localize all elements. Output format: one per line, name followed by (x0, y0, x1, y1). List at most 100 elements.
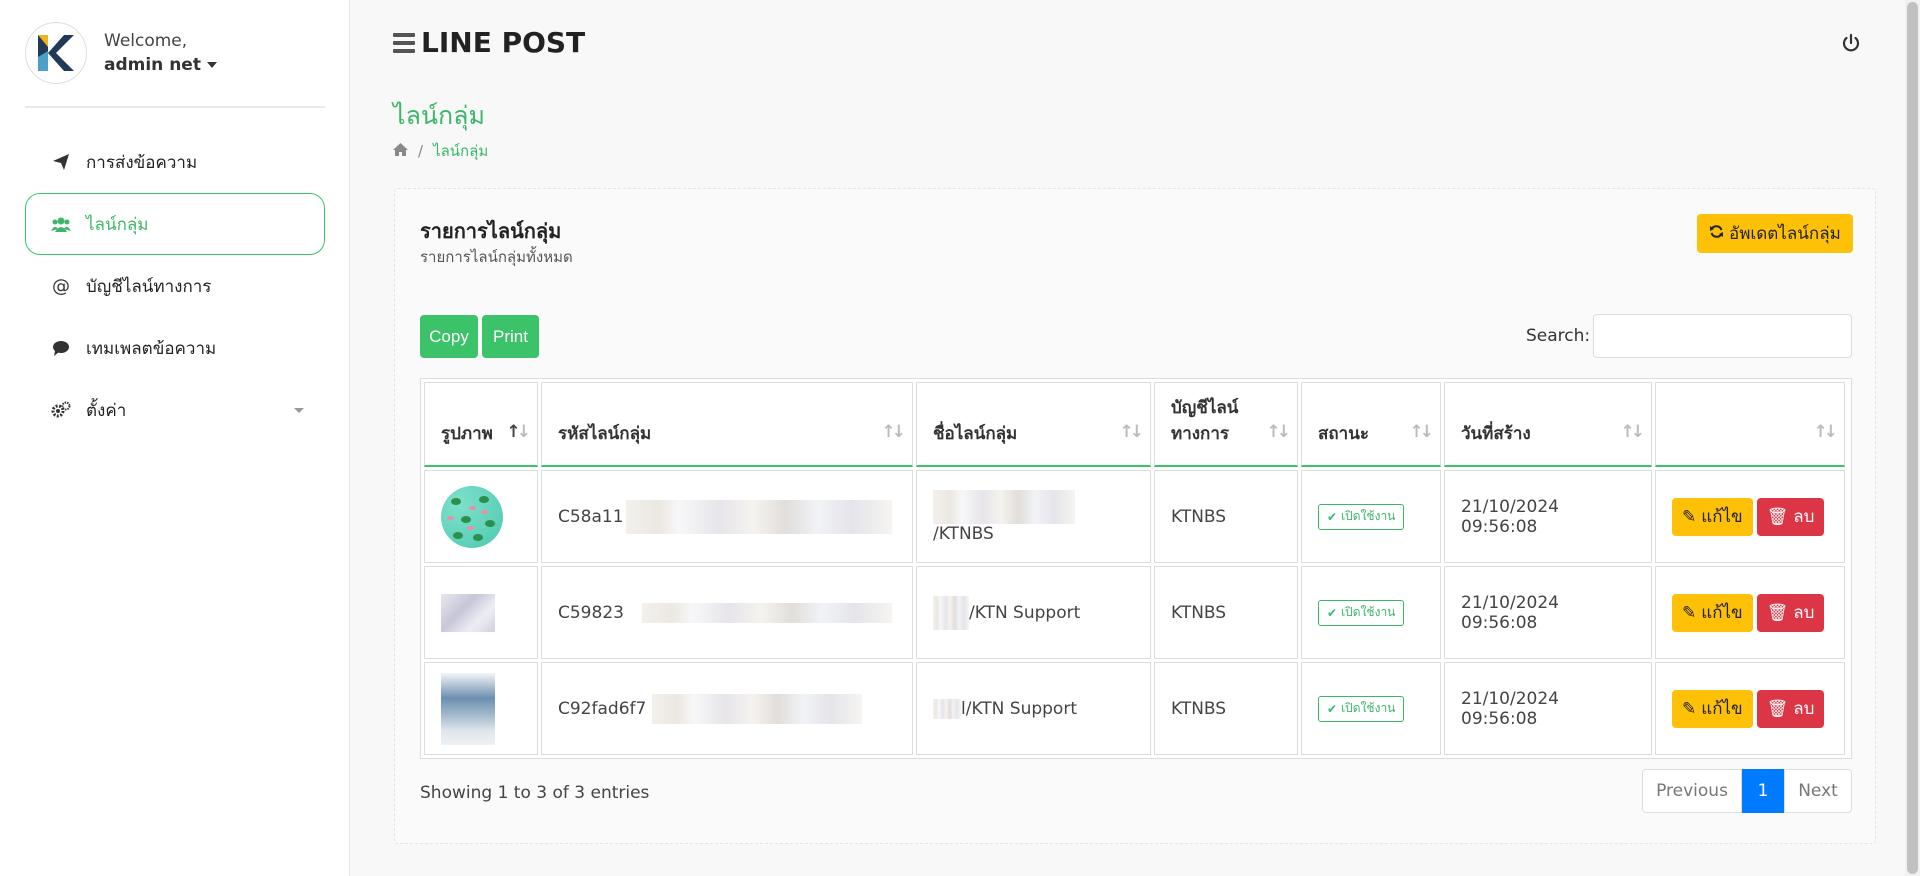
search-label: Search: (1526, 326, 1591, 346)
check-icon: ✔ (1327, 605, 1338, 620)
group-image (441, 593, 495, 632)
users-icon (50, 213, 72, 235)
sidebar-item-message-templates[interactable]: เทมเพลตข้อความ (25, 317, 325, 379)
print-button[interactable]: Print (482, 315, 539, 358)
card-subtitle: รายการไลน์กลุ่มทั้งหมด (420, 248, 573, 266)
page-title: ไลน์กลุ่ม (393, 101, 485, 130)
column-header-created-date[interactable]: วันที่สร้าง ↑↓ (1444, 382, 1652, 467)
sort-icon: ↑↓ (506, 422, 531, 442)
column-header-official-account[interactable]: บัญชีไลน์ ทางการ ↑↓ (1154, 382, 1298, 467)
sidebar-nav: การส่งข้อความ ไลน์กลุ่ม @ บัญชีไลน์ทางกา… (25, 131, 325, 441)
sidebar-divider (25, 106, 325, 108)
sidebar: Welcome, admin net การส่งข้อความ ไลน์กลุ… (0, 0, 350, 876)
official-account: KTNBS (1154, 662, 1298, 755)
actions-cell: ✎ แก้ไข 🗑 ลบ (1655, 566, 1845, 659)
group-id-cell: C92fad6f7 (541, 662, 913, 755)
edit-button[interactable]: ✎ แก้ไข (1672, 593, 1753, 632)
group-image (441, 485, 503, 548)
paper-plane-icon (50, 151, 72, 173)
update-groups-button[interactable]: อัพเดตไลน์กลุ่ม (1697, 214, 1853, 253)
group-name-cell: /KTN Support (916, 566, 1151, 659)
group-id: C58a11 (558, 506, 624, 527)
column-header-status[interactable]: สถานะ ↑↓ (1301, 382, 1441, 467)
copy-button[interactable]: Copy (420, 315, 478, 358)
column-header-group-id[interactable]: รหัสไลน์กลุ่ม ↑↓ (541, 382, 913, 467)
search-input[interactable] (1593, 314, 1852, 358)
table-row: C59823 /KTN Support KTNBS ✔ เปิดใช้งาน 21… (424, 566, 1845, 659)
actions-cell: ✎ แก้ไข 🗑 ลบ (1655, 662, 1845, 755)
group-name: /KTN Support (969, 602, 1081, 623)
column-header-group-name[interactable]: ชื่อไลน์กลุ่ม ↑↓ (916, 382, 1151, 467)
edit-button[interactable]: ✎ แก้ไข (1672, 689, 1753, 728)
actions-cell: ✎ แก้ไข 🗑 ลบ (1655, 470, 1845, 563)
sidebar-item-settings[interactable]: ตั้งค่า (25, 379, 325, 441)
redacted-pixelation (625, 499, 892, 534)
sidebar-item-label: ไลน์กลุ่ม (86, 214, 149, 235)
sort-icon: ↑↓ (1409, 422, 1434, 442)
breadcrumb-separator: / (418, 142, 424, 160)
sort-icon: ↑↓ (1266, 422, 1291, 442)
status-cell: ✔ เปิดใช้งาน (1301, 566, 1441, 659)
pencil-icon: ✎ (1682, 506, 1697, 526)
app-title-text: LINE POST (421, 26, 586, 59)
profile[interactable]: Welcome, admin net (25, 22, 217, 84)
official-account: KTNBS (1154, 470, 1298, 563)
previous-page-button[interactable]: Previous (1642, 769, 1742, 813)
user-menu-toggle[interactable]: admin net (104, 55, 217, 75)
group-id-cell: C58a11 (541, 470, 913, 563)
table-row: C92fad6f7 l/KTN Support KTNBS ✔ เปิดใช้งา… (424, 662, 1845, 755)
group-name: l/KTN Support (961, 698, 1077, 719)
sidebar-item-official-accounts[interactable]: @ บัญชีไลน์ทางการ (25, 255, 325, 317)
sidebar-item-line-groups[interactable]: ไลน์กลุ่ม (25, 193, 325, 255)
vertical-scrollbar[interactable] (1905, 0, 1920, 876)
edit-button[interactable]: ✎ แก้ไข (1672, 497, 1753, 536)
welcome-text: Welcome, (104, 31, 188, 51)
chevron-down-icon (294, 407, 304, 413)
delete-button[interactable]: 🗑 ลบ (1756, 593, 1825, 632)
group-id: C92fad6f7 (558, 698, 647, 719)
sidebar-item-send-message[interactable]: การส่งข้อความ (25, 131, 325, 193)
update-button-label: อัพเดตไลน์กลุ่ม (1729, 224, 1841, 243)
page-1-button[interactable]: 1 (1742, 769, 1784, 813)
scrollbar-thumb[interactable] (1907, 2, 1918, 874)
breadcrumb-current: ไลน์กลุ่ม (433, 142, 489, 160)
delete-button[interactable]: 🗑 ลบ (1756, 689, 1825, 728)
check-icon: ✔ (1327, 509, 1338, 524)
group-name-cell: l/KTN Support (916, 662, 1151, 755)
status-badge: ✔ เปิดใช้งาน (1318, 599, 1405, 626)
created-date: 21/10/2024 09:56:08 (1444, 470, 1652, 563)
logo-avatar (25, 22, 87, 84)
group-id: C59823 (558, 602, 624, 623)
group-image (441, 672, 495, 745)
group-image-cell (424, 566, 538, 659)
redacted-pixelation (641, 602, 892, 623)
delete-button[interactable]: 🗑 ลบ (1756, 497, 1825, 536)
table-info: Showing 1 to 3 of 3 entries (420, 783, 650, 803)
redacted-pixelation (652, 693, 863, 724)
group-image-cell (424, 662, 538, 755)
pagination: Previous 1 Next (1642, 769, 1852, 813)
power-icon[interactable] (1840, 32, 1862, 54)
created-date: 21/10/2024 09:56:08 (1444, 566, 1652, 659)
pencil-icon: ✎ (1682, 698, 1697, 718)
status-cell: ✔ เปิดใช้งาน (1301, 470, 1441, 563)
group-image-cell (424, 470, 538, 563)
official-account: KTNBS (1154, 566, 1298, 659)
status-badge: ✔ เปิดใช้งาน (1318, 695, 1405, 722)
check-icon: ✔ (1327, 701, 1338, 716)
at-icon: @ (52, 275, 70, 297)
column-header-image[interactable]: รูปภาพ ↑↓ (424, 382, 538, 467)
group-name-cell: /KTNBS (916, 470, 1151, 563)
home-icon[interactable] (393, 142, 408, 160)
app-title: LINE POST (393, 26, 585, 59)
column-header-actions[interactable]: ↑↓ (1655, 382, 1845, 467)
sidebar-item-label: บัญชีไลน์ทางการ (86, 276, 212, 297)
next-page-button[interactable]: Next (1784, 769, 1852, 813)
hamburger-menu-icon[interactable] (393, 32, 415, 53)
breadcrumb: / ไลน์กลุ่ม (393, 139, 488, 163)
sidebar-item-label: ตั้งค่า (86, 400, 127, 421)
status-cell: ✔ เปิดใช้งาน (1301, 662, 1441, 755)
line-groups-table: รูปภาพ ↑↓ รหัสไลน์กลุ่ม ↑↓ ชื่อไลน์กลุ่ม ↑↓… (420, 378, 1852, 759)
username: admin net (104, 55, 201, 75)
sort-icon: ↑↓ (1813, 422, 1838, 442)
